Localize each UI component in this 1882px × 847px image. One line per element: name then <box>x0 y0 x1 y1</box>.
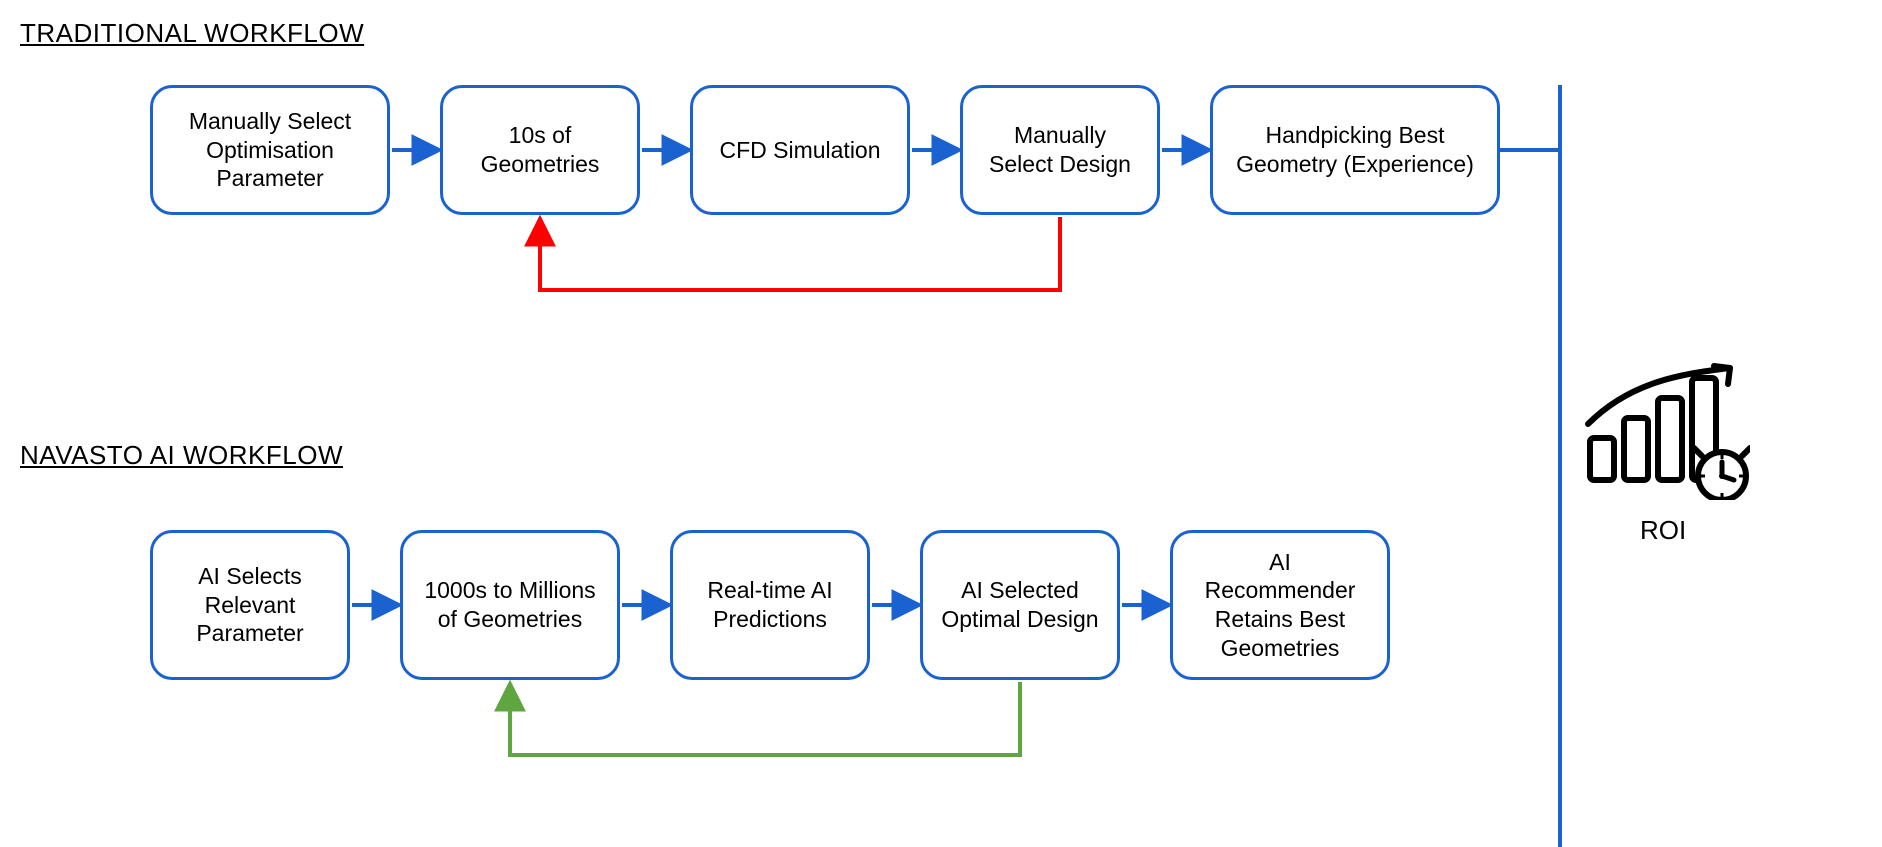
trad-step-5: Handpicking Best Geometry (Experience) <box>1210 85 1500 215</box>
diagram-canvas: TRADITIONAL WORKFLOW NAVASTO AI WORKFLOW… <box>0 0 1882 847</box>
arrow-trad-feedback <box>540 217 1060 290</box>
title-ai: NAVASTO AI WORKFLOW <box>20 440 343 471</box>
roi-label: ROI <box>1640 515 1686 546</box>
trad-step-4: Manually Select Design <box>960 85 1160 215</box>
trad-step-2: 10s of Geometries <box>440 85 640 215</box>
ai-step-1: AI Selects Relevant Parameter <box>150 530 350 680</box>
ai-step-4: AI Selected Optimal Design <box>920 530 1120 680</box>
ai-step-2: 1000s to Millions of Geometries <box>400 530 620 680</box>
title-traditional: TRADITIONAL WORKFLOW <box>20 18 364 49</box>
ai-step-5: AI Recommender Retains Best Geometries <box>1170 530 1390 680</box>
trad-step-1: Manually Select Optimisation Parameter <box>150 85 390 215</box>
roi-growth-icon <box>1580 360 1750 506</box>
ai-step-3: Real-time AI Predictions <box>670 530 870 680</box>
trad-step-3: CFD Simulation <box>690 85 910 215</box>
arrow-ai-feedback <box>510 682 1020 755</box>
